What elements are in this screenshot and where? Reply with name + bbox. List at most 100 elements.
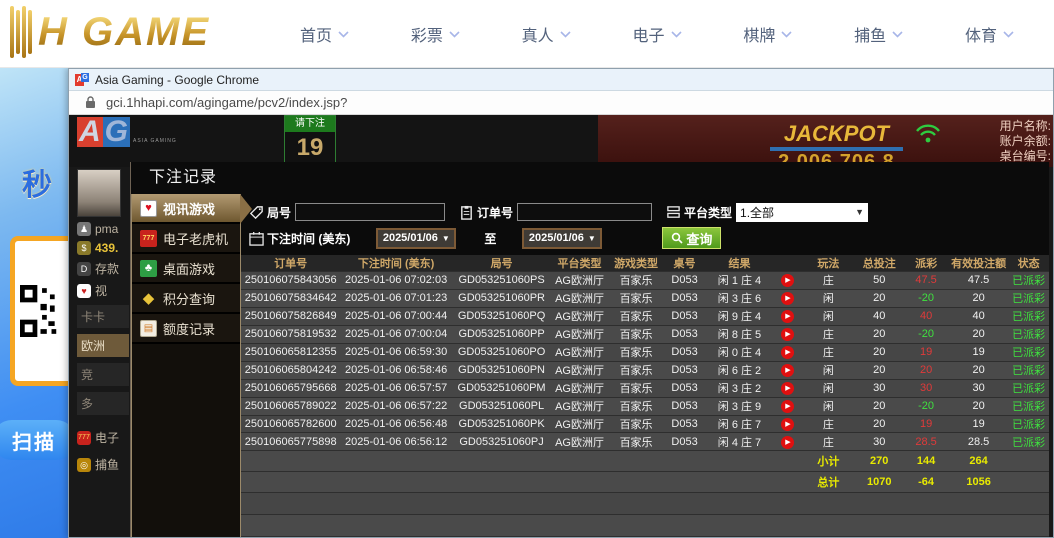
nav-item-label: 电子 — [632, 22, 664, 46]
cell: 264 — [949, 455, 1009, 467]
play-button-icon[interactable]: ▶ — [781, 364, 794, 377]
play-cell: ▶ — [774, 399, 801, 413]
cell: 2025-01-06 06:56:48 — [340, 418, 452, 430]
cell: 270 — [855, 455, 903, 467]
document-icon: ▤ — [140, 320, 157, 337]
wifi-icon — [915, 123, 941, 143]
play-button-icon[interactable]: ▶ — [781, 418, 794, 431]
nav-item-label: 体育 — [965, 22, 997, 46]
menu-item-credit-records[interactable]: ▤ 额度记录 — [132, 314, 240, 344]
cell: 小计 — [802, 453, 855, 469]
nav-item-5[interactable]: 捕鱼 — [854, 22, 903, 46]
nav-item-4[interactable]: 棋牌 — [743, 22, 792, 46]
query-button[interactable]: 查询 — [662, 227, 721, 249]
site-logo[interactable]: H GAME — [10, 6, 210, 58]
table-row: 2501060657758982025-01-06 06:56:12GD0532… — [241, 433, 1049, 451]
play-button-icon[interactable]: ▶ — [781, 328, 794, 341]
date-to-picker[interactable]: 2025/01/06▼ — [522, 228, 602, 249]
promo-text: 秒 — [22, 160, 52, 204]
bet-countdown: 请下注 19 — [284, 115, 336, 165]
cell: 28.5 — [949, 436, 1009, 448]
menu-item-video-games[interactable]: ♥ 视讯游戏 — [132, 194, 240, 224]
play-cell: ▶ — [774, 309, 801, 323]
nav-item-label: 真人 — [522, 22, 554, 46]
bg-tab-2[interactable]: 竞 — [77, 363, 129, 386]
cell: 闲 — [802, 398, 855, 414]
slots-label[interactable]: 电子 — [95, 429, 119, 446]
bg-tab-0[interactable]: 卡卡 — [77, 305, 129, 328]
cell: 闲 8 庄 5 — [705, 326, 774, 342]
cell: 庄 — [802, 416, 855, 432]
cell: 30 — [903, 382, 948, 394]
cell: 闲 3 庄 6 — [705, 290, 774, 306]
menu-item-slots[interactable]: 777 电子老虎机 — [132, 224, 240, 254]
platform-select[interactable]: 1.全部 ▼ — [736, 203, 868, 222]
cell: 250106075843056 — [241, 274, 340, 286]
nav-item-label: 首页 — [300, 22, 332, 46]
table-row: 2501060758346422025-01-06 07:01:23GD0532… — [241, 290, 1049, 308]
cell: 闲 — [802, 290, 855, 306]
scan-button[interactable]: 扫描 — [0, 420, 68, 460]
order-input[interactable] — [517, 203, 652, 221]
date-from-value: 2025/01/06 — [383, 232, 438, 244]
cell: GD053251060PO — [452, 346, 551, 358]
cell: 47.5 — [949, 274, 1009, 286]
session-info: 用户名称: 账户余额: 桌台编号: — [1000, 119, 1051, 164]
play-button-icon[interactable]: ▶ — [781, 436, 794, 449]
menu-item-table-games[interactable]: ♣ 桌面游戏 — [132, 254, 240, 284]
cell: 百家乐 — [608, 308, 665, 324]
cell: 20 — [855, 400, 903, 412]
cell: 已派彩 — [1008, 434, 1048, 450]
window-titlebar[interactable]: A G Asia Gaming - Google Chrome — [69, 69, 1053, 91]
table-row: 2501060758195322025-01-06 07:00:04GD0532… — [241, 326, 1049, 344]
nav-item-6[interactable]: 体育 — [965, 22, 1014, 46]
play-button-icon[interactable]: ▶ — [781, 310, 794, 323]
cell: 250106065775898 — [241, 436, 340, 448]
play-button-icon[interactable]: ▶ — [781, 292, 794, 305]
nav-item-1[interactable]: 彩票 — [411, 22, 460, 46]
cell: 250106065804242 — [241, 364, 340, 376]
nav-item-3[interactable]: 电子 — [632, 22, 681, 46]
cell: 250106065782600 — [241, 418, 340, 430]
fish-icon: ◎ — [77, 458, 91, 472]
cell: 百家乐 — [608, 272, 665, 288]
table-row — [241, 493, 1049, 515]
date-from-picker[interactable]: 2025/01/06▼ — [376, 228, 456, 249]
window-title: Asia Gaming - Google Chrome — [95, 73, 259, 87]
play-button-icon[interactable]: ▶ — [781, 274, 794, 287]
cell: 20 — [855, 364, 903, 376]
bg-tab-1[interactable]: 欧洲 — [77, 334, 129, 357]
fish-label[interactable]: 捕鱼 — [95, 456, 119, 473]
nav-item-0[interactable]: 首页 — [300, 22, 349, 46]
cell: 2025-01-06 06:57:57 — [340, 382, 452, 394]
cell: 百家乐 — [608, 380, 665, 396]
nav-item-2[interactable]: 真人 — [522, 22, 571, 46]
cell: 庄 — [802, 326, 855, 342]
cell: 2025-01-06 07:00:44 — [340, 310, 452, 322]
play-button-icon[interactable]: ▶ — [781, 400, 794, 413]
cell: 闲 1 庄 4 — [705, 272, 774, 288]
deposit-label[interactable]: 存款 — [95, 260, 119, 277]
balance-label: 账户余额: — [1000, 134, 1051, 149]
play-button-icon[interactable]: ▶ — [781, 346, 794, 359]
menu-item-points-query[interactable]: ◆ 积分查询 — [132, 284, 240, 314]
table-row: 2501060658123552025-01-06 06:59:30GD0532… — [241, 344, 1049, 362]
cell: -64 — [903, 476, 948, 488]
cell: 40 — [903, 310, 948, 322]
cell: AG欧洲厅 — [551, 398, 608, 414]
cell: 250106065795668 — [241, 382, 340, 394]
cards-icon: ♥ — [140, 200, 157, 217]
nav-item-label: 彩票 — [411, 22, 443, 46]
cell: AG欧洲厅 — [551, 362, 608, 378]
table-cards-icon: ♣ — [140, 260, 157, 277]
screen: H GAME 首页彩票真人电子棋牌捕鱼体育 秒 扫描 A G Asia Gami… — [0, 0, 1054, 538]
cell: 派彩 — [903, 255, 948, 271]
diamond-icon: ◆ — [140, 290, 157, 307]
bg-tab-3[interactable]: 多 — [77, 392, 129, 415]
url-bar[interactable]: gci.1hhapi.com/agingame/pcv2/index.jsp? — [69, 91, 1053, 115]
play-button-icon[interactable]: ▶ — [781, 382, 794, 395]
cell: 250106075819532 — [241, 328, 340, 340]
cell: 闲 6 庄 7 — [705, 416, 774, 432]
round-input[interactable] — [295, 203, 445, 221]
video-tab-label[interactable]: 视 — [95, 282, 107, 299]
